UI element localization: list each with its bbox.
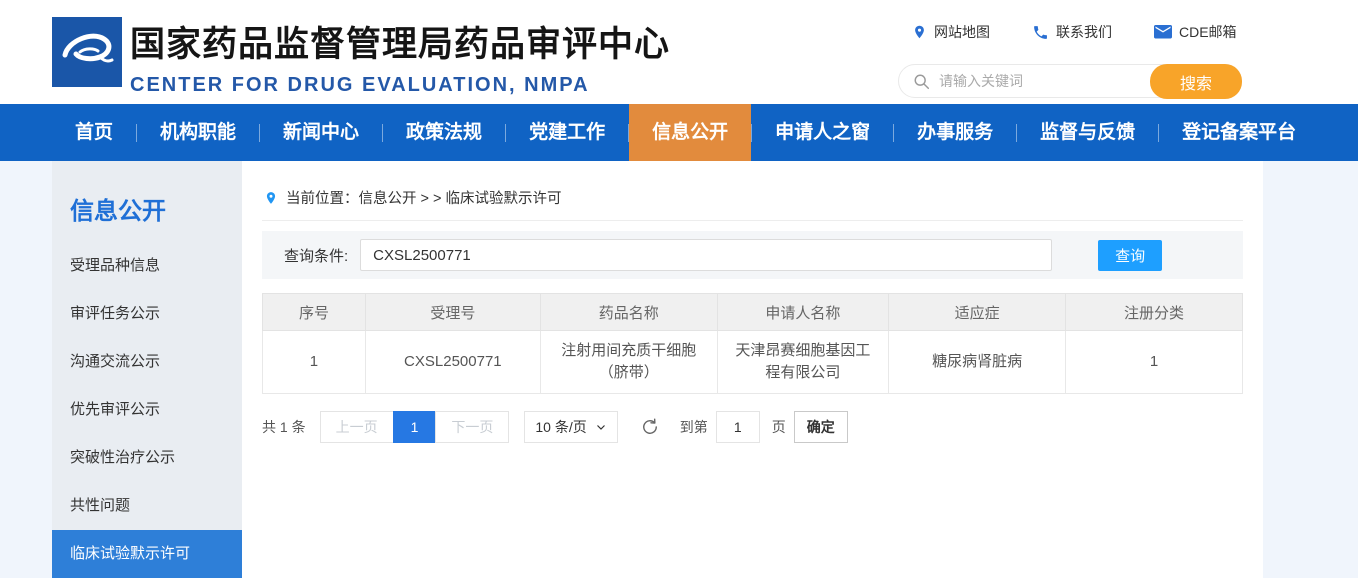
- sitemap-link[interactable]: 网站地图: [912, 22, 990, 42]
- col-header-indication: 适应症: [889, 294, 1066, 331]
- site-title-block: 国家药品监督管理局药品审评中心 CENTER FOR DRUG EVALUATI…: [130, 16, 670, 97]
- table-header-row: 序号 受理号 药品名称 申请人名称 适应症 注册分类: [263, 294, 1243, 331]
- sidebar-item-accepted-varieties[interactable]: 受理品种信息: [52, 242, 242, 290]
- cell-registration-class: 1: [1066, 331, 1243, 394]
- breadcrumb: 当前位置：信息公开 > > 临床试验默示许可: [262, 161, 1243, 221]
- refresh-button[interactable]: [640, 417, 660, 437]
- col-header-seq: 序号: [263, 294, 366, 331]
- site-title: 国家药品监督管理局药品审评中心: [130, 16, 670, 67]
- sidebar-item-review-tasks[interactable]: 审评任务公示: [52, 290, 242, 338]
- location-pin-icon: [264, 189, 278, 207]
- query-button[interactable]: 查询: [1098, 240, 1162, 271]
- chevron-down-icon: [595, 421, 607, 433]
- search-button[interactable]: 搜索: [1150, 64, 1242, 99]
- mail-icon: [1154, 25, 1172, 40]
- nav-item-party-building[interactable]: 党建工作: [506, 104, 628, 161]
- breadcrumb-text: 当前位置：信息公开 > > 临床试验默示许可: [286, 187, 562, 208]
- header-links: 网站地图 联系我们 CDE邮箱: [912, 22, 1237, 42]
- sidebar-item-clinical-trial-implied-license[interactable]: 临床试验默示许可: [52, 530, 242, 578]
- page-size-value: 10 条/页: [535, 417, 586, 437]
- col-header-acceptance-no: 受理号: [365, 294, 540, 331]
- sidebar-list: 受理品种信息 审评任务公示 沟通交流公示 优先审评公示 突破性治疗公示 共性问题…: [52, 242, 242, 578]
- nav-item-supervision-feedback[interactable]: 监督与反馈: [1017, 104, 1158, 161]
- page-body: 信息公开 受理品种信息 审评任务公示 沟通交流公示 优先审评公示 突破性治疗公示…: [52, 161, 1262, 578]
- sidebar-item-common-issues[interactable]: 共性问题: [52, 482, 242, 530]
- sidebar: 信息公开 受理品种信息 审评任务公示 沟通交流公示 优先审评公示 突破性治疗公示…: [52, 161, 242, 578]
- contact-us-link-label: 联系我们: [1056, 22, 1112, 42]
- cell-drug-name: 注射用间充质干细胞（脐带）: [540, 331, 717, 394]
- main-nav: 首页 机构职能 新闻中心 政策法规 党建工作 信息公开 申请人之窗 办事服务 监…: [0, 104, 1358, 161]
- query-panel: 查询条件: 查询: [262, 231, 1243, 279]
- location-pin-icon: [912, 23, 927, 41]
- sitemap-link-label: 网站地图: [934, 22, 990, 42]
- sidebar-title: 信息公开: [52, 161, 242, 226]
- results-table: 序号 受理号 药品名称 申请人名称 适应症 注册分类 1 CXSL2500771…: [262, 293, 1243, 394]
- current-page-button[interactable]: 1: [393, 411, 437, 443]
- nav-item-org-functions[interactable]: 机构职能: [137, 104, 259, 161]
- site-search-bar: 搜索: [898, 64, 1242, 98]
- nav-item-registration-platform[interactable]: 登记备案平台: [1159, 104, 1319, 161]
- cell-applicant: 天津昂赛细胞基因工程有限公司: [717, 331, 889, 394]
- page-unit-label: 页: [772, 417, 786, 437]
- phone-icon: [1032, 24, 1049, 41]
- cde-mail-link-label: CDE邮箱: [1179, 22, 1237, 42]
- goto-page-label: 到第: [680, 417, 708, 437]
- sidebar-item-priority-review[interactable]: 优先审评公示: [52, 386, 242, 434]
- confirm-button[interactable]: 确定: [794, 411, 848, 443]
- goto-page-input[interactable]: [716, 411, 760, 443]
- main-content: 当前位置：信息公开 > > 临床试验默示许可 查询条件: 查询 序号 受理号 药…: [242, 161, 1263, 578]
- col-header-drug-name: 药品名称: [540, 294, 717, 331]
- nav-item-home[interactable]: 首页: [52, 104, 136, 161]
- cell-acceptance-no: CXSL2500771: [365, 331, 540, 394]
- pagination: 共 1 条 上一页 1 下一页 10 条/页 到第 页 确定: [262, 411, 1243, 443]
- search-icon: [913, 73, 931, 91]
- cde-logo: [52, 17, 122, 87]
- query-label: 查询条件:: [284, 245, 348, 266]
- next-page-button[interactable]: 下一页: [435, 411, 509, 443]
- refresh-icon: [640, 417, 660, 437]
- site-subtitle: CENTER FOR DRUG EVALUATION, NMPA: [130, 74, 670, 97]
- nav-item-news[interactable]: 新闻中心: [260, 104, 382, 161]
- cell-seq: 1: [263, 331, 366, 394]
- cell-indication: 糖尿病肾脏病: [889, 331, 1066, 394]
- site-header: 国家药品监督管理局药品审评中心 CENTER FOR DRUG EVALUATI…: [0, 0, 1358, 104]
- nav-item-applicant-window[interactable]: 申请人之窗: [752, 104, 893, 161]
- nav-item-services[interactable]: 办事服务: [894, 104, 1016, 161]
- query-condition-input[interactable]: [360, 239, 1052, 271]
- prev-page-button[interactable]: 上一页: [320, 411, 394, 443]
- pagination-total: 共 1 条: [262, 417, 306, 437]
- search-input[interactable]: [939, 66, 1139, 96]
- sidebar-item-communication[interactable]: 沟通交流公示: [52, 338, 242, 386]
- pagination-group: 上一页 1 下一页: [320, 411, 510, 443]
- cde-mail-link[interactable]: CDE邮箱: [1154, 22, 1237, 42]
- col-header-registration-class: 注册分类: [1066, 294, 1243, 331]
- cde-logo-swoosh-icon: [52, 17, 122, 87]
- nav-item-policies[interactable]: 政策法规: [383, 104, 505, 161]
- sidebar-item-breakthrough-therapy[interactable]: 突破性治疗公示: [52, 434, 242, 482]
- contact-us-link[interactable]: 联系我们: [1032, 22, 1112, 42]
- nav-item-info-disclosure[interactable]: 信息公开: [629, 104, 751, 161]
- table-row: 1 CXSL2500771 注射用间充质干细胞（脐带） 天津昂赛细胞基因工程有限…: [263, 331, 1243, 394]
- page-size-select[interactable]: 10 条/页: [524, 411, 617, 443]
- col-header-applicant: 申请人名称: [717, 294, 889, 331]
